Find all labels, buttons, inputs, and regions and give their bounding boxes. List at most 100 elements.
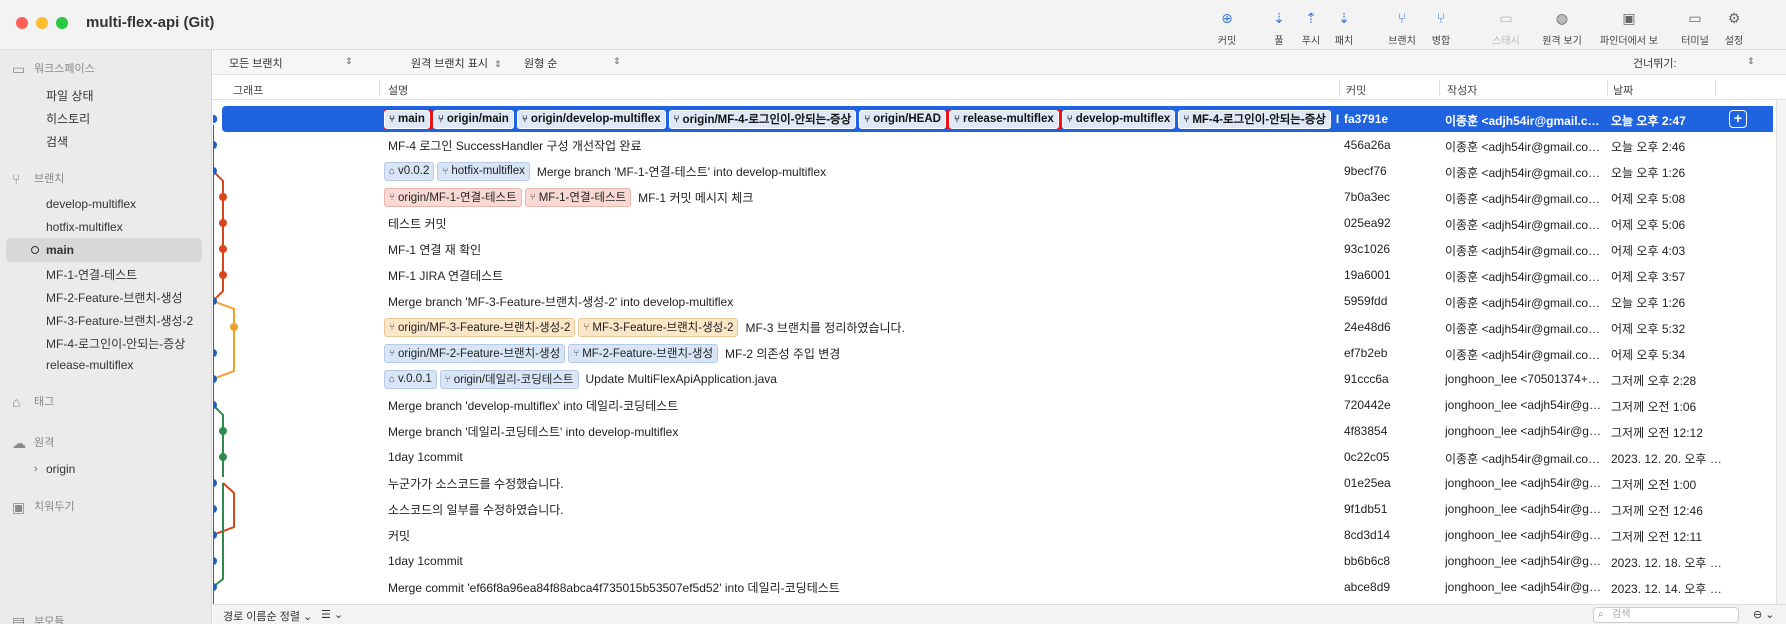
chevron-right-icon[interactable]: › <box>34 463 38 475</box>
commit-node[interactable] <box>219 219 227 227</box>
commit-row[interactable]: 1day 1commit bb6b6c8 jonghoon_lee <adjh54i… <box>213 548 1773 574</box>
jump-to-select[interactable]: ⇕ <box>1741 55 1755 67</box>
commit-node[interactable] <box>219 453 227 461</box>
sidebar-item-search[interactable]: 검색 <box>46 133 196 150</box>
sidebar-branch-develop-multiflex[interactable]: develop-multiflex <box>46 197 196 211</box>
search-input[interactable]: ⌕ 검색 <box>1593 607 1739 623</box>
column-date[interactable]: 날짜 <box>1613 82 1633 98</box>
commit-node[interactable] <box>230 323 238 331</box>
order-stepper[interactable]: ⇕ <box>607 55 621 67</box>
branch-badge[interactable]: ⑂ MF-2-Feature-브랜치-생성 <box>568 343 719 363</box>
sidebar-branch-mf-1[interactable]: MF-1-연결-테스트 <box>46 266 196 283</box>
tag-badge[interactable]: ⌂ v0.0.2 <box>384 161 435 181</box>
sidebar-branch-hotfix-multiflex[interactable]: hotfix-multiflex <box>46 220 196 234</box>
commit-row[interactable]: ⌂ v.0.0.1 ⑂ origin/데일리-코딩테스트 Update MultiFle… <box>213 366 1773 392</box>
remote-view-button[interactable]: ◍ 원격 보기 <box>1532 10 1592 47</box>
branch-badge[interactable]: ⑂ MF-3-Feature-브랜치-생성-2 <box>578 317 739 337</box>
branch-badge[interactable]: ⑂ develop-multiflex <box>1061 109 1176 129</box>
commit-node[interactable] <box>213 531 217 539</box>
commit-row[interactable]: ⑂ origin/MF-1-연결-테스트 ⑂ MF-1-연결-테스트 MF-1 커밋 메… <box>213 184 1773 210</box>
filter-menu[interactable]: ⊖ ⌄ <box>1753 608 1775 621</box>
branch-filter-select[interactable]: 모든 브랜치 <box>229 55 283 71</box>
vertical-scrollbar[interactable] <box>1776 100 1786 604</box>
order-select[interactable]: 원형 순 <box>524 55 557 71</box>
branch-badge[interactable]: ⑂ hotfix-multiflex <box>437 161 530 181</box>
commit-node[interactable] <box>219 245 227 253</box>
commit-node[interactable] <box>213 113 219 125</box>
branch-badge[interactable]: ⑂ origin/MF-4-로그인이-안되는-증상 <box>668 109 857 129</box>
commit-row[interactable]: 1day 1commit 0c22c05 이종훈 <adjh54ir@gmail.c… <box>213 444 1773 470</box>
commit-row[interactable]: 테스트 커밋 025ea92 이종훈 <adjh54ir@gmail.com> 어제 … <box>213 210 1773 236</box>
settings-button[interactable]: ⚙ 설정 <box>1704 10 1764 47</box>
branch-badge[interactable]: ⑂ main <box>384 109 433 129</box>
commit-row[interactable]: Merge branch 'develop-multiflex' into 데일… <box>213 392 1773 418</box>
minimize-window-button[interactable] <box>36 17 48 29</box>
commit-row[interactable]: Merge branch '데일리-코딩테스트' into develop-mu… <box>213 418 1773 444</box>
commit-node[interactable] <box>213 505 217 513</box>
commit-node[interactable] <box>213 479 217 487</box>
column-graph[interactable]: 그래프 <box>233 82 263 98</box>
sidebar-branch-mf-2[interactable]: MF-2-Feature-브랜치-생성 <box>46 289 196 306</box>
sidebar-section-branches[interactable]: ⑂ 브랜치 <box>12 170 64 187</box>
commit-button[interactable]: ⊕ 커밋 <box>1197 10 1257 47</box>
sidebar-branch-main[interactable]: main <box>46 243 196 257</box>
commit-row[interactable]: ⑂ origin/MF-2-Feature-브랜치-생성 ⑂ MF-2-Feature… <box>213 340 1773 366</box>
merge-button[interactable]: ⑂ 병합 <box>1411 10 1471 47</box>
column-author[interactable]: 작성자 <box>1447 82 1477 98</box>
remote-branch-select[interactable]: 원격 브랜치 표시 ⇕ <box>411 55 502 71</box>
commit-node[interactable] <box>213 557 217 565</box>
commit-node[interactable] <box>219 427 227 435</box>
branch-badge[interactable]: ⑂ origin/develop-multiflex <box>516 109 666 129</box>
commit-node[interactable] <box>213 375 217 383</box>
branch-filter-stepper[interactable]: ⇕ <box>339 55 353 67</box>
branch-badge[interactable]: ⑂ origin/main <box>432 109 514 129</box>
sidebar-section-workspace[interactable]: ▭ 워크스페이스 <box>12 60 95 78</box>
fetch-button[interactable]: ⇣ 패치 <box>1314 10 1374 47</box>
sidebar-item-file-status[interactable]: 파일 상태 <box>46 87 196 104</box>
commit-row[interactable]: MF-1 연결 재 확인 93c1026 이종훈 <adjh54ir@gmail.c… <box>213 236 1773 262</box>
sidebar-section-remotes[interactable]: ☁ 원격 <box>12 434 54 452</box>
commit-row[interactable]: 누군가가 소스코드를 수정했습니다. 01e25ea jonghoon_lee <a… <box>213 470 1773 496</box>
column-description[interactable]: 설명 <box>388 82 408 98</box>
sort-select[interactable]: 경로 이름순 정렬 ⌄ <box>223 608 312 624</box>
column-divider[interactable] <box>1439 80 1440 96</box>
commit-row[interactable]: Merge branch 'MF-3-Feature-브랜치-생성-2' int… <box>213 288 1773 314</box>
commit-node[interactable] <box>213 349 217 357</box>
sidebar-item-history[interactable]: 히스토리 <box>46 110 196 127</box>
branch-badge[interactable]: ⑂ MF-1-연결-테스트 <box>524 187 632 207</box>
column-divider[interactable] <box>1339 80 1340 96</box>
column-divider[interactable] <box>1715 80 1716 96</box>
column-divider[interactable] <box>1607 80 1608 96</box>
sidebar-section-submodules[interactable]: ▤ 부모듈 <box>12 613 64 624</box>
commit-row[interactable]: ⑂ main ⑂ origin/main ⑂ origin/develop-multifl… <box>213 106 1773 132</box>
stash-button[interactable]: ▭ 스태시 <box>1476 10 1536 47</box>
commit-row[interactable]: MF-4 로그인 SuccessHandler 구성 개선작업 완료 456a26… <box>213 132 1773 158</box>
branch-badge[interactable]: ⑂ origin/HEAD <box>859 109 946 129</box>
branch-badge[interactable]: ⑂ origin/MF-2-Feature-브랜치-생성 <box>384 343 566 363</box>
commit-row[interactable]: Merge commit 'ef66f8a96ea84f88abca4f7350… <box>213 574 1773 600</box>
commit-row[interactable]: 커밋 8cd3d14 jonghoon_lee <adjh54ir@gmail.co… <box>213 522 1773 548</box>
commit-node[interactable] <box>213 141 217 149</box>
sidebar-section-stash[interactable]: ▣ 치워두기 <box>12 498 74 516</box>
tag-badge[interactable]: ⌂ v.0.0.1 <box>384 369 437 389</box>
commit-row[interactable]: ⑂ origin/MF-3-Feature-브랜치-생성-2 ⑂ MF-3-Featu… <box>213 314 1773 340</box>
commit-node[interactable] <box>219 271 227 279</box>
sidebar-branch-release-multiflex[interactable]: release-multiflex <box>46 358 196 372</box>
sidebar-section-tags[interactable]: ⌂ 태그 <box>12 393 54 410</box>
sidebar-remote-origin[interactable]: origin <box>46 462 196 476</box>
list-options-menu[interactable]: ☰ ⌄ <box>321 608 343 621</box>
column-divider[interactable] <box>379 80 380 96</box>
branch-badge[interactable]: ⑂ origin/MF-1-연결-테스트 <box>384 187 522 207</box>
commit-row[interactable]: ⌂ v0.0.2 ⑂ hotfix-multiflex Merge branch 'MF… <box>213 158 1773 184</box>
commit-row[interactable]: 소스코드의 일부를 수정하였습니다. 9f1db51 jonghoon_lee <a… <box>213 496 1773 522</box>
branch-badge[interactable]: ⑂ MF-4-로그인이-안되는-증상 <box>1178 109 1331 129</box>
branch-badge[interactable]: ⑂ origin/MF-3-Feature-브랜치-생성-2 <box>384 317 576 337</box>
column-commit[interactable]: 커밋 <box>1346 82 1366 98</box>
zoom-window-button[interactable] <box>56 17 68 29</box>
branch-badge[interactable]: ⑂ release-multiflex <box>945 109 1062 129</box>
commit-node[interactable] <box>219 193 227 201</box>
sidebar-branch-mf-3[interactable]: MF-3-Feature-브랜치-생성-2 <box>46 312 196 329</box>
add-icon[interactable]: + <box>1729 110 1747 128</box>
sidebar-branch-mf-4[interactable]: MF-4-로그인이-안되는-증상 <box>46 335 196 352</box>
close-window-button[interactable] <box>16 17 28 29</box>
